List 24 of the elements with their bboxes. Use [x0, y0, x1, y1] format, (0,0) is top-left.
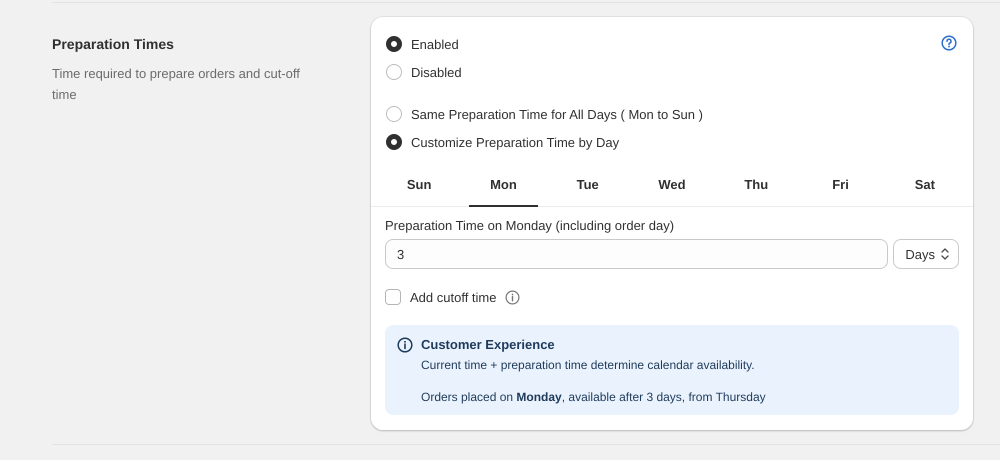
day-tab[interactable]: Tue — [554, 165, 622, 207]
info-icon[interactable] — [505, 290, 520, 304]
day-tab[interactable]: Wed — [638, 165, 706, 207]
info-icon — [397, 337, 413, 353]
field-label: Preparation Time on Monday (including order day) — [385, 218, 676, 233]
radio-option[interactable]: Disabled — [386, 63, 462, 81]
cutoff-checkbox[interactable]: Add cutoff time — [385, 289, 496, 305]
radio-option[interactable]: Same Preparation Time for All Days ( Mon to Sun ) — [386, 105, 703, 123]
unit-select[interactable]: Days — [893, 239, 959, 269]
preparation-time-input[interactable]: 3 — [385, 239, 888, 269]
section-title: Preparation Times — [52, 36, 175, 52]
banner-text: Orders placed on Monday, available after 3 days, from Thursday — [421, 389, 766, 405]
help-icon[interactable] — [941, 35, 957, 51]
day-tab[interactable]: Sun — [385, 165, 454, 207]
radio-option[interactable]: Customize Preparation Time by Day — [386, 133, 620, 151]
banner-text: Current time + preparation time determine calendar availability. — [421, 357, 756, 373]
banner-title: Customer Experience — [421, 336, 556, 354]
day-tab[interactable]: Fri — [806, 165, 875, 207]
day-tab[interactable]: Thu — [722, 165, 790, 207]
chevron-icon — [940, 247, 950, 261]
section-description: Time required to prepare orders and cut-off time — [52, 65, 301, 104]
radio-option[interactable]: Enabled — [386, 35, 459, 53]
day-tab[interactable]: Sat — [890, 165, 959, 207]
day-tab[interactable]: Mon — [469, 165, 538, 207]
